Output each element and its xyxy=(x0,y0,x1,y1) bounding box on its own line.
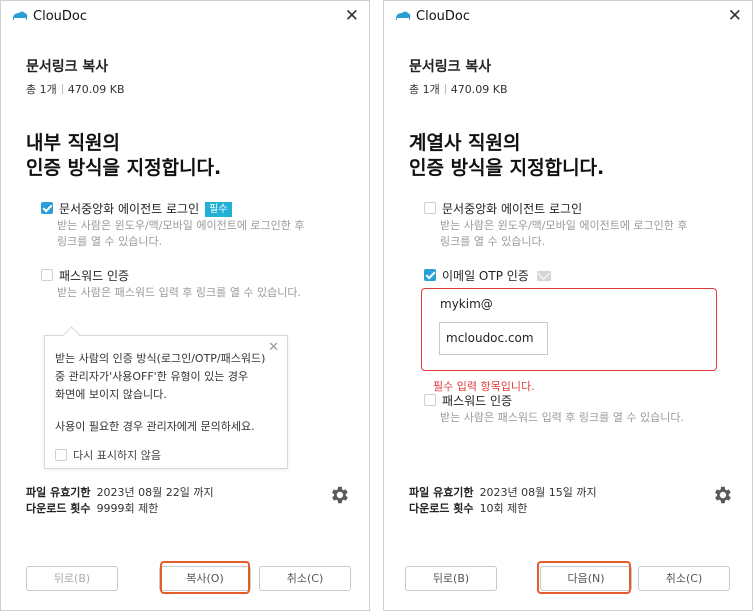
document-title: 문서링크 복사 xyxy=(409,59,492,75)
app-title: ClouDoc xyxy=(33,9,87,24)
page-heading: 내부 직원의 인증 방식을 지정합니다. xyxy=(26,131,221,181)
password-label: 패스워드 인증 xyxy=(442,394,513,408)
app-title: ClouDoc xyxy=(416,9,470,24)
password-checkbox[interactable] xyxy=(41,269,53,281)
expiry-row: 파일 유효기한 2023년 08월 22일 까지 xyxy=(26,486,214,499)
copy-link-dialog-internal: ClouDoc ✕ 문서링크 복사 총 1개 470.09 KB 내부 직원의 인… xyxy=(0,0,370,611)
document-size: 470.09 KB xyxy=(450,83,508,96)
otp-email-box: mykim@ mcloudoc.com xyxy=(421,288,717,371)
download-value: 9999회 제한 xyxy=(96,502,159,515)
document-size: 470.09 KB xyxy=(67,83,125,96)
agent-login-description: 받는 사람은 윈도우/맥/모바일 에이전트에 로그인한 후 링크를 열 수 있습… xyxy=(57,219,305,248)
title-bar: ClouDoc ✕ xyxy=(384,1,752,33)
download-value: 10회 제한 xyxy=(479,502,528,515)
link-settings-info: 파일 유효기한 2023년 08월 15일 까지 다운로드 횟수 10회 제한 xyxy=(409,485,597,517)
document-count: 총 1개 xyxy=(26,83,57,96)
cancel-button[interactable]: 취소(C) xyxy=(259,566,351,591)
email-user-field[interactable]: mykim@ xyxy=(440,297,493,311)
tooltip-message: 받는 사람의 인증 방식(로그인/OTP/패스워드) 중 관리자가'사용OFF'… xyxy=(55,352,266,401)
gear-icon[interactable] xyxy=(328,484,350,506)
document-meta: 총 1개 470.09 KB xyxy=(26,81,125,97)
info-tooltip: ✕ 받는 사람의 인증 방식(로그인/OTP/패스워드) 중 관리자가'사용OF… xyxy=(44,335,288,469)
password-label: 패스워드 인증 xyxy=(59,269,130,283)
cloudoc-logo-icon xyxy=(396,11,411,21)
dont-show-again-checkbox[interactable] xyxy=(55,449,67,461)
password-description: 받는 사람은 패스워드 입력 후 링크를 열 수 있습니다. xyxy=(440,411,684,424)
agent-login-checkbox[interactable] xyxy=(41,202,53,214)
heading-line2: 인증 방식을 지정합니다. xyxy=(409,157,605,179)
next-button-highlight xyxy=(537,561,631,594)
back-button[interactable]: 뒤로(B) xyxy=(405,566,497,591)
close-icon[interactable]: ✕ xyxy=(345,6,359,26)
link-settings-info: 파일 유효기한 2023년 08월 22일 까지 다운로드 횟수 9999회 제한 xyxy=(26,485,214,517)
agent-login-checkbox[interactable] xyxy=(424,202,436,214)
expiry-row: 파일 유효기한 2023년 08월 15일 까지 xyxy=(409,486,597,499)
cloudoc-logo-icon xyxy=(13,11,28,21)
required-badge: 필수 xyxy=(205,202,232,217)
heading-line1: 내부 직원의 xyxy=(26,132,121,154)
mail-icon xyxy=(536,271,551,281)
divider xyxy=(444,84,446,94)
password-checkbox[interactable] xyxy=(424,394,436,406)
agent-login-description: 받는 사람은 윈도우/맥/모바일 에이전트에 로그인한 후 링크를 열 수 있습… xyxy=(440,219,688,248)
agent-login-label: 문서중앙화 에이전트 로그인 xyxy=(442,202,583,216)
heading-line2: 인증 방식을 지정합니다. xyxy=(26,157,222,179)
title-bar: ClouDoc ✕ xyxy=(1,1,369,33)
error-message: 필수 입력 항목입니다. xyxy=(433,380,535,393)
expiry-value: 2023년 08월 22일 까지 xyxy=(96,486,214,499)
gear-icon[interactable] xyxy=(711,484,733,506)
divider xyxy=(61,84,63,94)
email-otp-checkbox[interactable] xyxy=(424,269,436,281)
agent-login-label: 문서중앙화 에이전트 로그인 필수 xyxy=(59,200,232,217)
copy-button-highlight xyxy=(160,561,250,594)
back-button[interactable]: 뒤로(B) xyxy=(26,566,118,591)
download-row: 다운로드 횟수 10회 제한 xyxy=(409,502,528,515)
tooltip-contact-message: 사용이 필요한 경우 관리자에게 문의하세요. xyxy=(55,420,255,433)
dont-show-again-label: 다시 표시하지 않음 xyxy=(73,449,161,462)
page-heading: 계열사 직원의 인증 방식을 지정합니다. xyxy=(409,131,604,181)
password-description: 받는 사람은 패스워드 입력 후 링크를 열 수 있습니다. xyxy=(57,286,301,299)
email-otp-label: 이메일 OTP 인증 xyxy=(442,267,551,284)
close-icon[interactable]: ✕ xyxy=(728,6,742,26)
tooltip-close-icon[interactable]: ✕ xyxy=(268,340,279,355)
document-meta: 총 1개 470.09 KB xyxy=(409,81,508,97)
download-row: 다운로드 횟수 9999회 제한 xyxy=(26,502,159,515)
document-count: 총 1개 xyxy=(409,83,440,96)
expiry-value: 2023년 08월 15일 까지 xyxy=(479,486,597,499)
email-domain-field[interactable]: mcloudoc.com xyxy=(439,322,548,355)
cancel-button[interactable]: 취소(C) xyxy=(638,566,730,591)
document-title: 문서링크 복사 xyxy=(26,59,109,75)
heading-line1: 계열사 직원의 xyxy=(409,132,521,154)
